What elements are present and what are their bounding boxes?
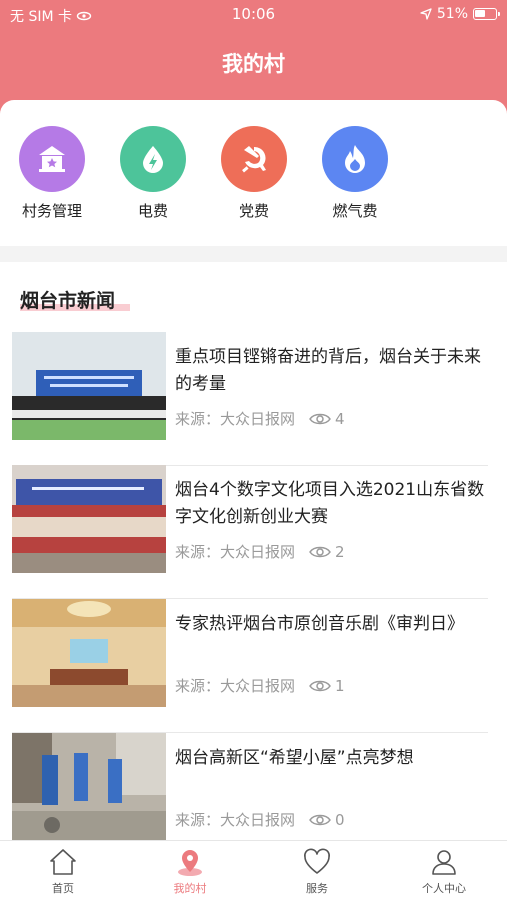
news-section-title: 烟台市新闻 bbox=[20, 286, 130, 313]
tab-home[interactable]: 首页 bbox=[0, 847, 126, 896]
quick-action-label: 燃气费 bbox=[332, 202, 378, 220]
battery-icon bbox=[473, 8, 500, 20]
page-title: 我的村 bbox=[222, 52, 285, 76]
quick-actions-panel: 村务管理 电费 党费 燃气费 bbox=[0, 100, 507, 246]
news-section: 烟台市新闻 重点项目铿锵奋进的背后，烟台关于未来的考量 来源：大众日报网 4 烟… bbox=[0, 262, 507, 840]
view-count: 4 bbox=[335, 409, 345, 428]
news-source: 来源：大众日报网 bbox=[175, 410, 296, 428]
village-affairs-icon bbox=[19, 126, 85, 192]
quick-action-electricity[interactable]: 电费 bbox=[115, 126, 191, 221]
location-arrow-icon bbox=[420, 8, 432, 20]
tab-label: 首页 bbox=[52, 882, 74, 895]
tab-services[interactable]: 服务 bbox=[254, 847, 380, 896]
news-thumbnail-street-scene bbox=[12, 733, 166, 840]
news-source: 来源：大众日报网 bbox=[175, 811, 296, 829]
quick-action-gas[interactable]: 燃气费 bbox=[317, 126, 393, 221]
quick-action-village-affairs[interactable]: 村务管理 bbox=[14, 126, 90, 221]
news-item[interactable]: 烟台高新区“希望小屋”点亮梦想 来源：大众日报网 0 bbox=[12, 733, 488, 840]
party-fee-icon bbox=[221, 126, 287, 192]
tab-profile[interactable]: 个人中心 bbox=[381, 847, 507, 896]
quick-action-label: 党费 bbox=[238, 202, 269, 220]
eye-icon bbox=[309, 413, 331, 424]
news-headline: 重点项目铿锵奋进的背后，烟台关于未来的考量 bbox=[175, 347, 481, 394]
home-icon bbox=[50, 849, 76, 875]
news-item[interactable]: 重点项目铿锵奋进的背后，烟台关于未来的考量 来源：大众日报网 4 bbox=[12, 332, 488, 466]
news-source: 来源：大众日报网 bbox=[175, 677, 296, 695]
tab-label: 我的村 bbox=[173, 882, 207, 895]
gas-flame-icon bbox=[322, 126, 388, 192]
news-source: 来源：大众日报网 bbox=[175, 543, 296, 561]
view-count: 1 bbox=[335, 676, 345, 695]
tab-label: 服务 bbox=[306, 882, 328, 895]
news-item[interactable]: 专家热评烟台市原创音乐剧《审判日》 来源：大众日报网 1 bbox=[12, 599, 488, 733]
quick-action-label: 电费 bbox=[137, 202, 168, 220]
tab-my-village[interactable]: 我的村 bbox=[127, 847, 253, 896]
heart-icon bbox=[304, 848, 330, 874]
location-pin-icon bbox=[178, 850, 202, 876]
news-thumbnail-meeting-hall bbox=[12, 599, 166, 707]
status-bar: 无 SIM 卡 10:06 51% bbox=[0, 4, 507, 26]
tab-label: 个人中心 bbox=[422, 882, 466, 895]
news-headline: 专家热评烟台市原创音乐剧《审判日》 bbox=[175, 614, 464, 634]
electricity-icon bbox=[120, 126, 186, 192]
view-count: 2 bbox=[335, 542, 345, 561]
news-item[interactable]: 烟台4个数字文化项目入选2021山东省数字文化创新创业大赛 来源：大众日报网 2 bbox=[12, 465, 488, 599]
view-count: 0 bbox=[335, 810, 345, 829]
eye-icon bbox=[309, 546, 331, 557]
news-thumbnail-ceremony bbox=[12, 332, 166, 440]
eye-icon bbox=[309, 680, 331, 691]
news-headline: 烟台4个数字文化项目入选2021山东省数字文化创新创业大赛 bbox=[175, 480, 485, 527]
bottom-tab-bar: 首页 我的村 服务 个人中心 bbox=[0, 840, 507, 900]
news-headline: 烟台高新区“希望小屋”点亮梦想 bbox=[175, 748, 414, 768]
eye-icon bbox=[309, 814, 331, 825]
person-icon bbox=[432, 850, 456, 875]
quick-action-label: 村务管理 bbox=[21, 202, 82, 220]
battery-percent: 51% bbox=[436, 6, 468, 22]
quick-action-party-fee[interactable]: 党费 bbox=[216, 126, 292, 221]
news-thumbnail-group-photo bbox=[12, 465, 166, 573]
